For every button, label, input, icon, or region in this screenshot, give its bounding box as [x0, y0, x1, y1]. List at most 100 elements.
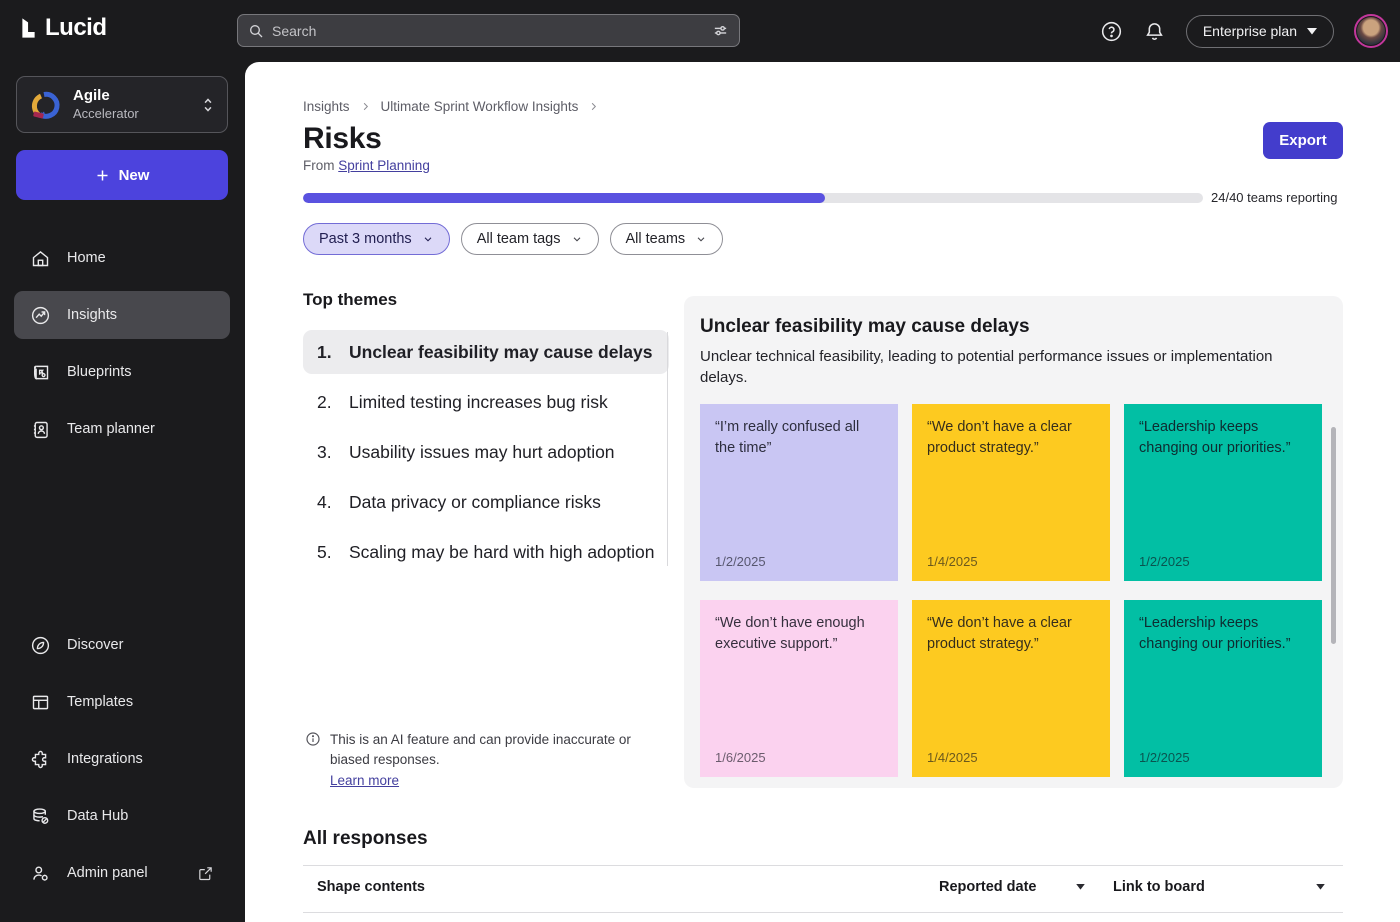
sidebar-item-home[interactable]: Home	[14, 234, 230, 282]
sticky-notes-grid: “I’m really confused all the time” 1/2/2…	[700, 404, 1323, 777]
theme-item-1[interactable]: 1. Unclear feasibility may cause delays	[303, 330, 669, 374]
theme-text: Usability issues may hurt adoption	[349, 440, 615, 464]
external-link-icon[interactable]	[197, 865, 214, 882]
filter-teams[interactable]: All teams	[610, 223, 724, 255]
new-button[interactable]: New	[16, 150, 228, 200]
theme-item-4[interactable]: 4. Data privacy or compliance risks	[303, 480, 669, 524]
data-hub-icon	[30, 806, 51, 827]
workspace-subtitle: Accelerator	[73, 106, 139, 122]
all-responses-heading: All responses	[303, 828, 428, 850]
sidebar-item-label: Admin panel	[67, 865, 148, 881]
filter-team-tags[interactable]: All team tags	[461, 223, 599, 255]
theme-list: 1. Unclear feasibility may cause delays …	[303, 330, 669, 580]
note-date: 1/2/2025	[1139, 554, 1190, 569]
top-themes-heading: Top themes	[303, 290, 397, 310]
chevron-down-icon	[1307, 28, 1317, 35]
plan-label: Enterprise plan	[1203, 23, 1297, 39]
sprint-planning-link[interactable]: Sprint Planning	[338, 158, 430, 173]
sidebar-item-discover[interactable]: Discover	[14, 621, 230, 669]
workspace-logo-icon	[29, 88, 63, 122]
search-filter-icon[interactable]	[712, 22, 729, 39]
panel-scrollbar-thumb[interactable]	[1331, 427, 1336, 644]
sticky-note[interactable]: “I’m really confused all the time” 1/2/2…	[700, 404, 898, 581]
theme-text: Unclear feasibility may cause delays	[349, 340, 653, 364]
sidebar-item-blueprints[interactable]: Blueprints	[14, 348, 230, 396]
sticky-note[interactable]: “We don’t have enough executive support.…	[700, 600, 898, 777]
note-quote: “We don’t have a clear product strategy.…	[927, 417, 1095, 459]
workspace-switcher[interactable]: Agile Accelerator	[16, 76, 228, 133]
theme-item-3[interactable]: 3. Usability issues may hurt adoption	[303, 430, 669, 474]
sidebar-item-label: Integrations	[67, 751, 143, 767]
note-date: 1/2/2025	[1139, 750, 1190, 765]
chevron-down-icon	[422, 233, 434, 245]
chevron-right-icon	[360, 101, 371, 112]
progress-fill	[303, 193, 825, 203]
divider	[303, 912, 1343, 913]
enterprise-plan-button[interactable]: Enterprise plan	[1186, 15, 1334, 48]
search-icon	[248, 23, 264, 39]
from-label: From	[303, 158, 335, 173]
search-bar[interactable]	[237, 14, 740, 47]
sticky-note[interactable]: “We don’t have a clear product strategy.…	[912, 404, 1110, 581]
column-reported-date[interactable]: Reported date	[939, 879, 1085, 895]
sidebar-item-templates[interactable]: Templates	[14, 678, 230, 726]
sticky-note[interactable]: “We don’t have a clear product strategy.…	[912, 600, 1110, 777]
plus-icon	[95, 168, 110, 183]
sticky-note[interactable]: “Leadership keeps changing our prioritie…	[1124, 404, 1322, 581]
column-label: Link to board	[1113, 879, 1205, 895]
sidebar-item-data-hub[interactable]: Data Hub	[14, 792, 230, 840]
note-quote: “I’m really confused all the time”	[715, 417, 883, 459]
chevron-down-icon	[695, 233, 707, 245]
page-title: Risks	[303, 122, 382, 156]
notifications-bell-icon[interactable]	[1143, 20, 1166, 43]
note-date: 1/4/2025	[927, 554, 978, 569]
search-input[interactable]	[272, 23, 704, 39]
sort-caret-icon[interactable]	[1316, 884, 1325, 890]
sidebar: Agile Accelerator New Home Insights	[0, 62, 245, 922]
sidebar-item-label: Data Hub	[67, 808, 128, 824]
admin-panel-icon	[30, 863, 51, 884]
breadcrumb-insights[interactable]: Insights	[303, 99, 350, 114]
lucid-logo[interactable]: Lucid	[18, 14, 107, 42]
note-date: 1/4/2025	[927, 750, 978, 765]
sidebar-item-team-planner[interactable]: Team planner	[14, 405, 230, 453]
note-quote: “We don’t have enough executive support.…	[715, 613, 883, 655]
user-avatar[interactable]	[1354, 14, 1388, 48]
insights-icon	[30, 305, 51, 326]
theme-number: 5.	[317, 540, 341, 564]
learn-more-link[interactable]: Learn more	[330, 771, 399, 791]
sidebar-item-insights[interactable]: Insights	[14, 291, 230, 339]
sidebar-item-label: Templates	[67, 694, 133, 710]
sidebar-item-label: Team planner	[67, 421, 155, 437]
templates-icon	[30, 692, 51, 713]
info-icon	[305, 731, 321, 791]
column-label: Reported date	[939, 879, 1037, 895]
sticky-note[interactable]: “Leadership keeps changing our prioritie…	[1124, 600, 1322, 777]
help-icon[interactable]	[1100, 20, 1123, 43]
sidebar-item-label: Insights	[67, 307, 117, 323]
theme-item-5[interactable]: 5. Scaling may be hard with high adoptio…	[303, 530, 669, 574]
theme-number: 4.	[317, 490, 341, 514]
theme-item-2[interactable]: 2. Limited testing increases bug risk	[303, 380, 669, 424]
column-link-to-board[interactable]: Link to board	[1113, 879, 1325, 895]
lucid-logo-text: Lucid	[45, 14, 107, 42]
theme-text: Limited testing increases bug risk	[349, 390, 608, 414]
filter-date-range[interactable]: Past 3 months	[303, 223, 450, 255]
ai-disclaimer: This is an AI feature and can provide in…	[305, 730, 640, 791]
chevron-right-icon	[588, 101, 599, 112]
sidebar-item-integrations[interactable]: Integrations	[14, 735, 230, 783]
breadcrumb-report[interactable]: Ultimate Sprint Workflow Insights	[381, 99, 579, 114]
column-label: Shape contents	[317, 879, 425, 895]
filter-label: Past 3 months	[319, 231, 412, 247]
export-button[interactable]: Export	[1263, 122, 1343, 159]
vertical-divider	[667, 332, 668, 566]
filter-label: All team tags	[477, 231, 561, 247]
theme-detail-panel: Unclear feasibility may cause delays Unc…	[684, 296, 1343, 788]
note-quote: “We don’t have a clear product strategy.…	[927, 613, 1095, 655]
avatar-photo	[1357, 17, 1385, 45]
home-icon	[30, 248, 51, 269]
sidebar-item-admin-panel[interactable]: Admin panel	[14, 849, 230, 897]
sort-caret-icon[interactable]	[1076, 884, 1085, 890]
chevron-updown-icon	[201, 96, 215, 114]
filter-row: Past 3 months All team tags All teams	[303, 223, 723, 255]
